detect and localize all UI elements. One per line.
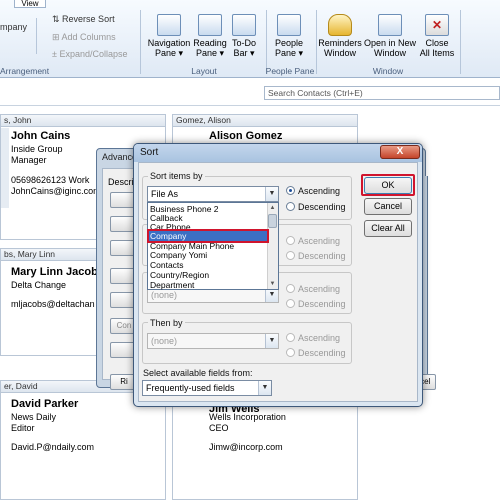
contact-company: Delta Change bbox=[11, 280, 67, 290]
clear-all-button[interactable]: Clear All bbox=[364, 220, 412, 237]
ok-button[interactable]: OK bbox=[364, 177, 412, 194]
sort-items-by-label: Sort items by bbox=[148, 171, 205, 181]
company-sort-label: mpany bbox=[0, 22, 28, 32]
card-header: Gomez, Alison bbox=[173, 115, 357, 127]
contact-company: Inside Group bbox=[11, 144, 63, 154]
primary-ascending-radio[interactable]: Ascending bbox=[286, 186, 340, 196]
contact-company: Wells Incorporation bbox=[209, 412, 286, 422]
second-descending-radio[interactable]: Descending bbox=[286, 251, 346, 261]
ribbon-separator bbox=[140, 10, 141, 74]
ribbon-separator bbox=[316, 10, 317, 74]
tab-view[interactable]: View bbox=[14, 0, 46, 8]
cancel-button[interactable]: Cancel bbox=[364, 198, 412, 215]
advanced-dialog-title: Advance bbox=[102, 152, 138, 162]
scroll-down-icon[interactable]: ▼ bbox=[268, 280, 277, 289]
scrollbar-thumb[interactable] bbox=[268, 214, 277, 228]
close-all-icon: ✕ bbox=[425, 14, 449, 36]
navigation-pane-icon bbox=[157, 14, 181, 36]
contact-email: mljacobs@deltachan bbox=[11, 299, 95, 309]
second-ascending-radio[interactable]: Ascending bbox=[286, 236, 340, 246]
layout-group-label: Layout bbox=[191, 66, 217, 76]
contact-name: Mary Linn Jacobs bbox=[11, 266, 104, 278]
sort-dialog-title: Sort bbox=[140, 147, 159, 158]
arrangement-scroll[interactable] bbox=[36, 18, 44, 54]
ribbon-separator bbox=[460, 10, 461, 74]
primary-descending-radio[interactable]: Descending bbox=[286, 202, 346, 212]
close-icon[interactable]: X bbox=[380, 145, 420, 159]
advanced-dialog-edge bbox=[424, 176, 428, 382]
contact-title: Editor bbox=[11, 423, 35, 433]
then-by-label: Then by bbox=[148, 318, 185, 328]
primary-sort-field-select[interactable]: File As ▼ bbox=[147, 186, 279, 202]
bell-icon bbox=[328, 14, 352, 36]
reverse-sort-button[interactable]: ⇅ Reverse Sort bbox=[52, 14, 115, 25]
company-highlight bbox=[147, 229, 269, 243]
add-columns-icon: ⊞ bbox=[52, 32, 62, 42]
contact-email: JohnCains@iginc.com bbox=[11, 186, 101, 196]
todo-bar-icon bbox=[232, 14, 256, 36]
ribbon-separator bbox=[266, 10, 267, 74]
card-photo-strip bbox=[1, 128, 9, 208]
search-input[interactable]: Search Contacts (Ctrl+E) bbox=[264, 86, 500, 100]
dropdown-option[interactable]: Company Yomi bbox=[149, 250, 267, 260]
reverse-sort-icon: ⇅ bbox=[52, 14, 63, 24]
dropdown-option[interactable]: Contacts bbox=[149, 260, 267, 270]
open-new-window-button[interactable]: Open in New Window bbox=[362, 14, 418, 58]
reading-pane-button[interactable]: Reading Pane ▾ bbox=[192, 14, 228, 58]
dropdown-option[interactable]: Department bbox=[149, 280, 267, 290]
expand-collapse-button[interactable]: ± Expand/Collapse bbox=[52, 49, 128, 59]
contact-title: CEO bbox=[209, 423, 229, 433]
card-header: s, John bbox=[1, 115, 165, 127]
new-window-icon bbox=[378, 14, 402, 36]
people-pane-button[interactable]: People Pane ▾ bbox=[270, 14, 308, 58]
arrangement-group-label: Arrangement bbox=[0, 66, 50, 76]
contact-phone: 05698626123 Work bbox=[11, 175, 90, 185]
fourth-ascending-radio[interactable]: Ascending bbox=[286, 333, 340, 343]
navigation-pane-button[interactable]: Navigation Pane ▾ bbox=[146, 14, 192, 58]
window-group-label: Window bbox=[372, 66, 404, 76]
description-label: Descri bbox=[108, 177, 134, 187]
third-descending-radio[interactable]: Descending bbox=[286, 299, 346, 309]
chevron-down-icon[interactable]: ▼ bbox=[265, 288, 278, 302]
todo-bar-button[interactable]: To-Do Bar ▾ bbox=[228, 14, 260, 58]
reading-pane-icon bbox=[198, 14, 222, 36]
contact-email: David.P@ndaily.com bbox=[11, 442, 94, 452]
chevron-down-icon[interactable]: ▼ bbox=[265, 334, 278, 348]
contact-title: Manager bbox=[11, 155, 47, 165]
sort-dialog-titlebar[interactable] bbox=[134, 144, 422, 162]
reminders-window-button[interactable]: Reminders Window bbox=[318, 14, 362, 58]
fields-source-select[interactable]: Frequently-used fields ▼ bbox=[142, 380, 272, 396]
contact-name: Alison Gomez bbox=[209, 130, 283, 142]
dropdown-option[interactable]: Country/Region bbox=[149, 270, 267, 280]
people-pane-icon bbox=[277, 14, 301, 36]
fourth-sort-field-select[interactable]: (none) ▼ bbox=[147, 333, 279, 349]
contact-email: Jimw@incorp.com bbox=[209, 442, 283, 452]
scroll-up-icon[interactable]: ▲ bbox=[268, 204, 277, 213]
contact-name: David Parker bbox=[11, 398, 79, 410]
chevron-down-icon[interactable]: ▼ bbox=[265, 187, 278, 201]
fourth-descending-radio[interactable]: Descending bbox=[286, 348, 346, 358]
third-ascending-radio[interactable]: Ascending bbox=[286, 284, 340, 294]
close-all-items-button[interactable]: ✕ Close All Items bbox=[418, 14, 456, 58]
chevron-down-icon[interactable]: ▼ bbox=[258, 381, 271, 395]
select-fields-label: Select available fields from: bbox=[143, 368, 253, 378]
contact-company: News Daily bbox=[11, 412, 57, 422]
add-columns-button[interactable]: ⊞ Add Columns bbox=[52, 32, 116, 43]
contact-name: John Cains bbox=[11, 130, 71, 142]
people-group-label: People Pane bbox=[265, 66, 315, 76]
